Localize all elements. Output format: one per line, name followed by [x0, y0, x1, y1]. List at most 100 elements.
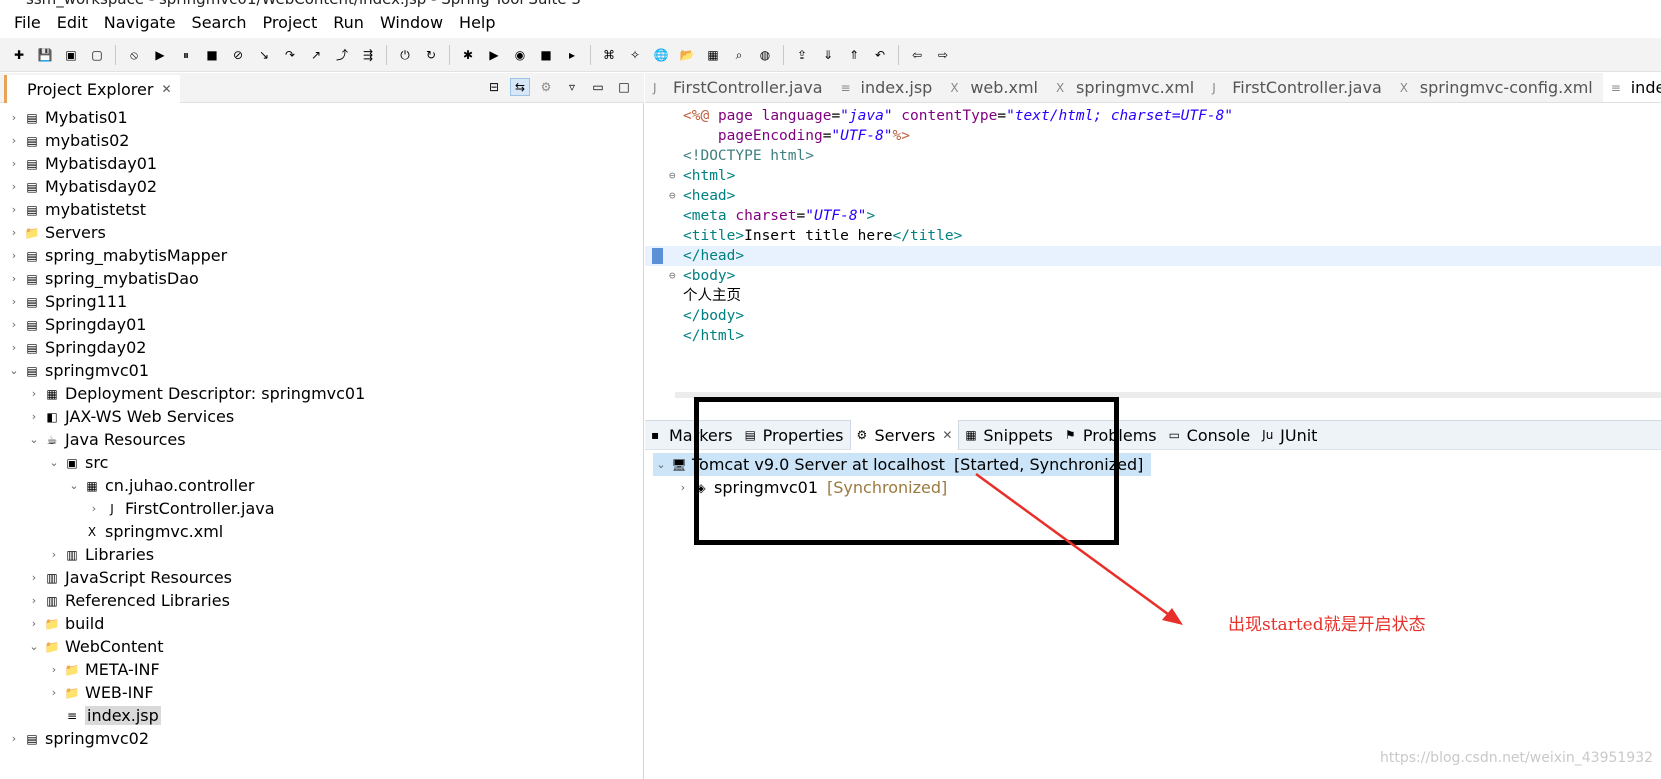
- tree-item[interactable]: › 📁 META-INF: [0, 658, 644, 681]
- menu-window[interactable]: Window: [372, 8, 451, 38]
- chevron-right-icon[interactable]: ›: [6, 226, 22, 239]
- link-with-editor-icon[interactable]: ⇆: [510, 78, 530, 96]
- chevron-right-icon[interactable]: ›: [675, 481, 691, 494]
- tree-item[interactable]: › ▤ mybatistetst: [0, 198, 644, 221]
- terminal-icon[interactable]: ▢: [88, 46, 106, 64]
- back-icon[interactable]: ⇦: [908, 46, 926, 64]
- globe-icon[interactable]: ◍: [756, 46, 774, 64]
- tree-item[interactable]: › ▦ Deployment Descriptor: springmvc01: [0, 382, 644, 405]
- editor-tab[interactable]: J FirstController.java: [645, 73, 833, 102]
- editor-tab[interactable]: ≡ inde: [1602, 73, 1661, 102]
- chevron-right-icon[interactable]: ›: [6, 272, 22, 285]
- chevron-right-icon[interactable]: ›: [6, 111, 22, 124]
- menu-navigate[interactable]: Navigate: [96, 8, 184, 38]
- step-over-icon[interactable]: ↷: [281, 46, 299, 64]
- chevron-right-icon[interactable]: ›: [6, 341, 22, 354]
- previous-annotation-icon[interactable]: ⇑: [845, 46, 863, 64]
- editor-tab[interactable]: J FirstController.java: [1204, 73, 1392, 102]
- refresh-icon[interactable]: ↻: [422, 46, 440, 64]
- fold-icon[interactable]: ⊖: [669, 166, 676, 186]
- tree-item[interactable]: › ▤ Mybatis01: [0, 106, 644, 129]
- tree-item[interactable]: › ▤ Springday01: [0, 313, 644, 336]
- tree-item[interactable]: › ▤ Springday02: [0, 336, 644, 359]
- tree-item[interactable]: › 📁 WEB-INF: [0, 681, 644, 704]
- chevron-right-icon[interactable]: ›: [26, 594, 42, 607]
- tree-item[interactable]: › ▥ JavaScript Resources: [0, 566, 644, 589]
- drop-to-frame-icon[interactable]: ⤴: [333, 46, 351, 64]
- chevron-right-icon[interactable]: ›: [6, 203, 22, 216]
- tree-item[interactable]: ⌄ ▣ src: [0, 451, 644, 474]
- menu-search[interactable]: Search: [184, 8, 255, 38]
- next-annotation-icon[interactable]: ⇓: [819, 46, 837, 64]
- chevron-down-icon[interactable]: ⌄: [46, 456, 62, 469]
- chevron-down-icon[interactable]: ⌄: [6, 364, 22, 377]
- chevron-down-icon[interactable]: ⌄: [26, 433, 42, 446]
- chevron-right-icon[interactable]: ›: [6, 157, 22, 170]
- suspend-icon[interactable]: ⏸: [177, 46, 195, 64]
- step-return-icon[interactable]: ↗: [307, 46, 325, 64]
- coverage-icon[interactable]: ◉: [511, 46, 529, 64]
- last-edit-icon[interactable]: ↶: [871, 46, 889, 64]
- tree-item[interactable]: ≡ index.jsp: [0, 704, 644, 727]
- tree-item[interactable]: › ▤ Spring111: [0, 290, 644, 313]
- filter-icon[interactable]: ⚙: [536, 78, 556, 96]
- disconnect-icon[interactable]: ⊘: [229, 46, 247, 64]
- tree-item[interactable]: › ▤ mybatis02: [0, 129, 644, 152]
- tree-item[interactable]: › ▤ Mybatisday01: [0, 152, 644, 175]
- new-spring-icon[interactable]: ✧: [626, 46, 644, 64]
- chevron-right-icon[interactable]: ›: [46, 548, 62, 561]
- save-icon[interactable]: 💾: [36, 46, 54, 64]
- run-icon[interactable]: ▶: [485, 46, 503, 64]
- terminate-icon[interactable]: ■: [203, 46, 221, 64]
- menu-help[interactable]: Help: [451, 8, 503, 38]
- web-browser-icon[interactable]: 🌐: [652, 46, 670, 64]
- tree-item[interactable]: › 📁 build: [0, 612, 644, 635]
- view-menu-icon[interactable]: ▿: [562, 78, 582, 96]
- menu-file[interactable]: File: [6, 8, 49, 38]
- chevron-right-icon[interactable]: ›: [26, 410, 42, 423]
- tab-project-explorer[interactable]: Project Explorer ✕: [4, 75, 180, 103]
- deploy-icon[interactable]: ⇪: [793, 46, 811, 64]
- search-icon[interactable]: ⌕: [730, 46, 748, 64]
- step-into-icon[interactable]: ↘: [255, 46, 273, 64]
- open-task-icon[interactable]: ▦: [704, 46, 722, 64]
- resume-icon[interactable]: ▶: [151, 46, 169, 64]
- tree-item[interactable]: ⌄ ▦ cn.juhao.controller: [0, 474, 644, 497]
- chevron-right-icon[interactable]: ›: [6, 249, 22, 262]
- tree-item[interactable]: › ◧ JAX-WS Web Services: [0, 405, 644, 428]
- chevron-right-icon[interactable]: ›: [26, 617, 42, 630]
- chevron-down-icon[interactable]: ⌄: [26, 640, 42, 653]
- tree-item[interactable]: › ▤ spring_mybatisDao: [0, 267, 644, 290]
- tab-console[interactable]: ▭ Console: [1163, 420, 1257, 450]
- editor-tab[interactable]: Xspringmvc.xml: [1048, 73, 1204, 102]
- chevron-down-icon[interactable]: ⌄: [66, 479, 82, 492]
- chevron-right-icon[interactable]: ›: [46, 686, 62, 699]
- tree-item[interactable]: Xspringmvc.xml: [0, 520, 644, 543]
- tree-item[interactable]: ⌄ ▤ springmvc01: [0, 359, 644, 382]
- forward-icon[interactable]: ⇨: [934, 46, 952, 64]
- chevron-right-icon[interactable]: ›: [6, 134, 22, 147]
- chevron-right-icon[interactable]: ›: [26, 571, 42, 584]
- menu-edit[interactable]: Edit: [49, 8, 96, 38]
- save-all-icon[interactable]: ▣: [62, 46, 80, 64]
- skip-breakpoints-icon[interactable]: ⦸: [125, 46, 143, 64]
- code-editor[interactable]: <%@ page language="java" contentType="te…: [645, 104, 1661, 398]
- chevron-down-icon[interactable]: ⌄: [653, 458, 669, 471]
- external-tools-icon[interactable]: ▸: [563, 46, 581, 64]
- editor-tab[interactable]: Xspringmvc-config.xml: [1392, 73, 1603, 102]
- chevron-right-icon[interactable]: ›: [6, 318, 22, 331]
- chevron-right-icon[interactable]: ›: [6, 732, 22, 745]
- chevron-right-icon[interactable]: ›: [86, 502, 102, 515]
- tree-item[interactable]: › J FirstController.java: [0, 497, 644, 520]
- start-server-icon[interactable]: ⏻: [396, 46, 414, 64]
- chevron-right-icon[interactable]: ›: [6, 180, 22, 193]
- tab-junit[interactable]: Ju JUnit: [1256, 420, 1323, 450]
- open-type-icon[interactable]: ⌘: [600, 46, 618, 64]
- tree-item[interactable]: › ▤ spring_mabytisMapper: [0, 244, 644, 267]
- tree-item[interactable]: ⌄ ☕ Java Resources: [0, 428, 644, 451]
- tree-item[interactable]: › ▤ springmvc02: [0, 727, 644, 750]
- tree-item[interactable]: › 📁 Servers: [0, 221, 644, 244]
- use-step-filters-icon[interactable]: ⇶: [359, 46, 377, 64]
- minimize-icon[interactable]: ▭: [588, 78, 608, 96]
- stop-icon[interactable]: ■: [537, 46, 555, 64]
